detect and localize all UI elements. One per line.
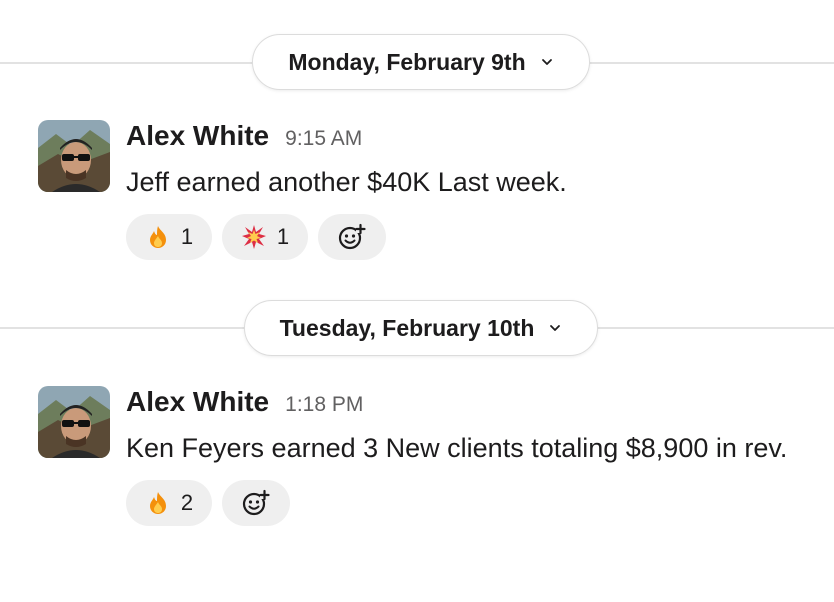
message-text: Jeff earned another $40K Last week. [126, 167, 567, 197]
add-reaction-button[interactable] [318, 214, 386, 260]
author-name[interactable]: Alex White [126, 386, 269, 418]
avatar[interactable] [38, 386, 110, 458]
add-reaction-button[interactable] [222, 480, 290, 526]
date-label: Tuesday, February 10th [279, 314, 535, 341]
timestamp[interactable]: 9:15 AM [285, 127, 362, 151]
avatar[interactable] [38, 120, 110, 192]
message: Alex White 9:15 AM Jeff earned another $… [38, 120, 828, 260]
collision-emoji-icon [241, 225, 266, 249]
fire-emoji-icon [149, 492, 166, 514]
reaction-fire[interactable]: 1 [126, 214, 212, 260]
author-name[interactable]: Alex White [126, 120, 269, 152]
date-divider-button[interactable]: Monday, February 9th [252, 34, 590, 90]
reaction-count: 1 [276, 224, 290, 249]
add-reaction-icon [338, 223, 366, 250]
timestamp[interactable]: 1:18 PM [285, 393, 363, 417]
reaction-fire[interactable]: 2 [126, 480, 212, 526]
chevron-down-icon [550, 325, 561, 331]
reaction-collision[interactable]: 1 [222, 214, 308, 260]
add-reaction-icon [242, 489, 270, 516]
message-text: Ken Feyers earned 3 New clients totaling… [126, 433, 788, 463]
reaction-count: 1 [180, 224, 194, 249]
message: Alex White 1:18 PM Ken Feyers earned 3 N… [38, 386, 828, 576]
reactions-bar: 1 1 [126, 214, 828, 260]
date-label: Monday, February 9th [288, 48, 526, 75]
date-divider-button[interactable]: Tuesday, February 10th [244, 300, 598, 356]
reactions-bar: 2 [126, 480, 828, 526]
reaction-count: 2 [180, 490, 194, 515]
fire-emoji-icon [149, 226, 166, 248]
chevron-down-icon [541, 59, 552, 65]
